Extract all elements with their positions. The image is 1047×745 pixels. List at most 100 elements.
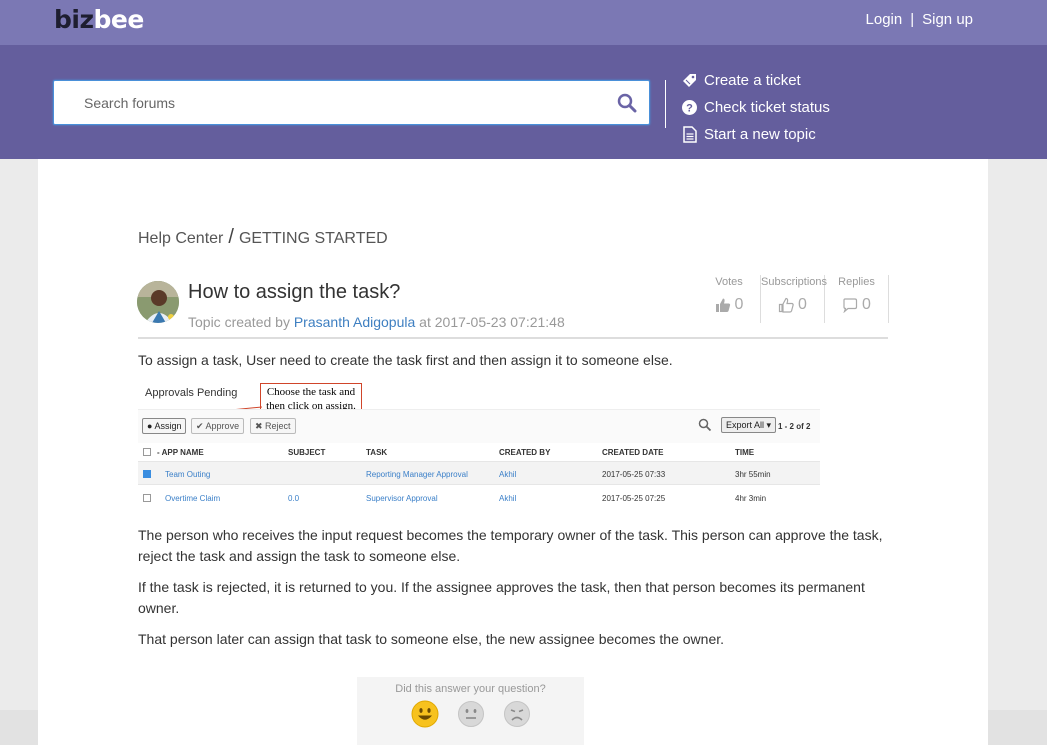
replies-stat: Replies 0 [825, 275, 889, 323]
author-avatar[interactable] [137, 281, 179, 323]
reject-label: Reject [265, 421, 291, 431]
meta-prefix: Topic created by [188, 314, 290, 330]
row-checkbox [143, 494, 151, 502]
screenshot-paging: 1 - 2 of 2 [778, 422, 811, 431]
header-task: TASK [366, 448, 388, 457]
sad-face-icon[interactable] [503, 700, 531, 728]
replies-count: 0 [862, 296, 871, 313]
top-bar: bizbee Login | Sign up [0, 0, 1047, 45]
header-subject: SUBJECT [288, 448, 326, 457]
body-paragraph-2: The person who receives the input reques… [138, 527, 883, 564]
auth-separator: | [910, 11, 915, 28]
happy-face-icon[interactable] [411, 700, 439, 728]
author-link[interactable]: Prasanth Adigopula [294, 314, 415, 330]
screenshot-title: Approvals Pending [145, 387, 238, 399]
search-input[interactable] [84, 93, 604, 113]
screenshot-reject-button: ✖ Reject [250, 418, 296, 434]
table-row: Overtime Claim 0.0 Supervisor Approval A… [138, 486, 820, 510]
screenshot-assign-button: ● Assign [142, 418, 187, 434]
vote-button[interactable]: 0 [698, 296, 760, 314]
subscriptions-label: Subscriptions [761, 276, 828, 288]
row-time: 3hr 55min [735, 470, 771, 479]
document-icon [683, 126, 697, 143]
export-label: Export All [726, 420, 765, 430]
approvals-pending-screenshot: Approvals Pending Choose the task and th… [138, 381, 820, 514]
header-divider [665, 80, 666, 128]
row-created-date: 2017-05-25 07:25 [602, 494, 666, 503]
start-new-topic-link[interactable]: Start a new topic [681, 121, 830, 148]
screenshot-table-header: - APP NAME SUBJECT TASK CREATED BY CREAT… [138, 443, 820, 459]
topic-card: Help Center / GETTING STARTED How to assig… [38, 159, 988, 745]
subscriptions-stat: Subscriptions 0 [761, 275, 828, 323]
logo-biz: biz [54, 5, 94, 34]
title-divider [138, 337, 888, 339]
breadcrumb: Help Center / GETTING STARTED [138, 226, 388, 249]
assign-label: Assign [154, 421, 182, 431]
ticket-icon [683, 74, 696, 87]
feedback-widget: Did this answer your question? [357, 677, 584, 745]
topic-meta: Topic created by Prasanth Adigopula at 2… [188, 314, 565, 330]
body-paragraph-1: To assign a task, User need to create th… [138, 352, 673, 368]
row-time: 4hr 3min [735, 494, 767, 503]
header-created-by: CREATED BY [499, 448, 551, 457]
thumbs-up-outline-icon [778, 297, 794, 313]
row-checkbox-checked [143, 470, 151, 478]
votes-count: 0 [734, 296, 744, 313]
comment-icon [843, 298, 858, 313]
neutral-face-icon[interactable] [457, 700, 485, 728]
search-box [53, 80, 650, 125]
feedback-faces [357, 700, 584, 728]
votes-label: Votes [715, 276, 743, 288]
row-subject: 0.0 [288, 494, 300, 503]
breadcrumb-getting-started[interactable]: GETTING STARTED [239, 230, 388, 247]
screenshot-export-button: Export All ▾ [721, 417, 777, 433]
row-created-by: Akhil [499, 470, 517, 479]
auth-links: Login | Sign up [866, 11, 973, 28]
create-ticket-label: Create a ticket [704, 72, 801, 89]
check-ticket-status-label: Check ticket status [704, 99, 830, 116]
topic-stats: Votes 0 Subscriptions 0 Replies 0 [698, 275, 889, 323]
search-band: Create a ticket ? Check ticket status St… [0, 45, 1047, 159]
approve-label: Approve [205, 421, 240, 431]
subscriptions-count: 0 [798, 296, 807, 313]
breadcrumb-separator: / [228, 226, 234, 248]
replies-button[interactable]: 0 [825, 296, 888, 314]
row-created-date: 2017-05-25 07:33 [602, 470, 666, 479]
check-ticket-status-link[interactable]: ? Check ticket status [681, 94, 830, 121]
row-created-by: Akhil [499, 494, 517, 503]
votes-stat: Votes 0 [698, 275, 761, 323]
breadcrumb-help-center[interactable]: Help Center [138, 230, 223, 247]
search-icon[interactable] [617, 93, 637, 113]
thumbs-up-filled-icon [715, 298, 730, 312]
bizbee-logo[interactable]: bizbee [54, 5, 144, 34]
subscribe-button[interactable]: 0 [761, 296, 824, 314]
select-all-checkbox [143, 448, 151, 456]
row-task: Supervisor Approval [366, 494, 438, 503]
signup-link[interactable]: Sign up [922, 11, 973, 28]
login-link[interactable]: Login [866, 11, 903, 28]
body-paragraph-3: If the task is rejected, it is returned … [138, 579, 865, 616]
meta-at: at [419, 314, 431, 330]
question-circle-icon: ? [682, 100, 697, 115]
row-app: Overtime Claim [165, 494, 221, 503]
callout-line-1: Choose the task and [266, 386, 356, 398]
start-new-topic-label: Start a new topic [704, 126, 816, 143]
svg-text:?: ? [686, 103, 693, 115]
header-app-name: - APP NAME [157, 448, 204, 457]
topic-datetime: 2017-05-23 07:21:48 [434, 314, 565, 330]
row-task: Reporting Manager Approval [366, 470, 468, 479]
header-time: TIME [735, 448, 755, 457]
row-app: Team Outing [165, 470, 211, 479]
create-ticket-link[interactable]: Create a ticket [681, 67, 830, 94]
body-paragraph-4: That person later can assign that task t… [138, 631, 725, 647]
logo-bee: bee [93, 5, 145, 34]
table-row: Team Outing Reporting Manager Approval A… [138, 461, 820, 485]
feedback-question: Did this answer your question? [395, 683, 546, 695]
screenshot-search-icon [698, 418, 712, 432]
screenshot-approve-button: ✔ Approve [191, 418, 245, 434]
replies-label: Replies [838, 276, 875, 288]
header-created-date: CREATED DATE [602, 448, 664, 457]
header-app-label: APP NAME [161, 448, 204, 457]
topic-title: How to assign the task? [188, 281, 401, 303]
header-actions: Create a ticket ? Check ticket status St… [681, 67, 830, 148]
